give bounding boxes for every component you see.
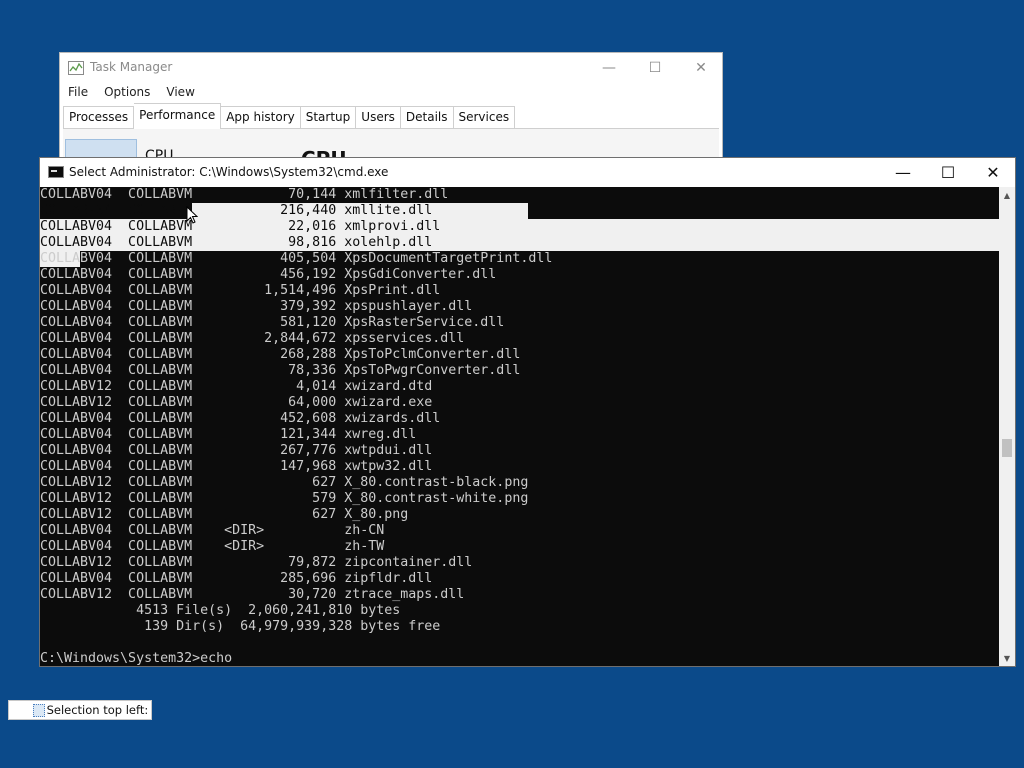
console-line: COLLABV04 COLLABVM 2,844,672 xpsservices… — [40, 331, 465, 346]
selection-status-text: Selection top left: 14 — [46, 703, 151, 717]
task-manager-title: Task Manager — [90, 60, 173, 74]
close-icon[interactable]: ✕ — [678, 55, 724, 81]
scrollbar-thumb[interactable] — [1002, 439, 1012, 457]
console-line: COLLABV04 COLLABVM 379,392 xpspushlayer.… — [40, 299, 473, 314]
cmd-titlebar[interactable]: Select Administrator: C:\Windows\System3… — [40, 158, 1015, 187]
cmd-window[interactable]: Select Administrator: C:\Windows\System3… — [39, 157, 1016, 667]
console-line: COLLABV04 COLLABVM <DIR> zh-TW — [40, 539, 385, 554]
console-line: COLLABV04 COLLABVM 121,344 xwreg.dll — [40, 427, 417, 442]
console-line: COLLABV04 COLLABVM <DIR> zh-CN — [40, 523, 385, 538]
console-line: COLLABV12 COLLABVM 627 X_80.contrast-bla… — [40, 475, 529, 490]
tab-users[interactable]: Users — [356, 106, 401, 129]
mouse-cursor-icon — [186, 206, 198, 224]
tab-details[interactable]: Details — [400, 106, 454, 129]
close-icon[interactable]: ✕ — [970, 158, 1016, 187]
console-line: COLLABV04 COLLABVM 98,816 xolehlp.dll — [40, 235, 433, 250]
console-line: COLLABV04 COLLABVM 581,120 XpsRasterServ… — [40, 315, 505, 330]
console-output[interactable]: COLLABV04 COLLABVM 70,144 xmlfilter.dll C… — [40, 187, 1000, 666]
cmd-icon — [48, 166, 64, 178]
cmd-title: Select Administrator: C:\Windows\System3… — [69, 165, 389, 179]
console-line: C:\Windows\System32>echo — [40, 651, 233, 666]
task-manager-icon — [68, 61, 84, 75]
console-line: COLLABV04 COLLABVM 78,336 XpsToPwgrConve… — [40, 363, 521, 378]
minimize-icon[interactable]: — — [880, 158, 926, 187]
console-line: COLLABV12 COLLABVM 79,872 zipcontainer.d… — [40, 555, 473, 570]
task-manager-menubar: File Options View — [60, 83, 203, 105]
console-line: COLLABV04 COLLABVM 147,968 xwtpw32.dll — [40, 459, 433, 474]
console-line: COLLABV04 COLLABVM 452,608 xwizards.dll — [40, 411, 441, 426]
console-line: COLLABV12 COLLABVM 64,000 xwizard.exe — [40, 395, 433, 410]
tab-processes[interactable]: Processes — [63, 106, 135, 129]
tab-services[interactable]: Services — [453, 106, 516, 129]
console-line: COLLABV12 COLLABVM 579 X_80.contrast-whi… — [40, 491, 529, 506]
maximize-icon[interactable]: ☐ — [632, 55, 678, 81]
minimize-icon[interactable]: — — [586, 55, 632, 81]
tab-startup[interactable]: Startup — [300, 106, 357, 129]
console-line: COLLABV04 COLLABVM 267,776 xwtpdui.dll — [40, 443, 433, 458]
console-line: COLLABV04 COLLABVM 1,514,496 XpsPrint.dl… — [40, 283, 441, 298]
menu-view[interactable]: View — [158, 83, 202, 105]
maximize-icon[interactable]: ☐ — [925, 158, 971, 187]
scroll-down-icon[interactable]: ▼ — [999, 650, 1015, 666]
tab-performance[interactable]: Performance — [134, 103, 222, 130]
console-line: COLLABV04 COLLABVM 285,696 zipfldr.dll — [40, 571, 433, 586]
selection-icon — [33, 703, 45, 717]
console-line: COLLABV04 COLLABVM 456,192 XpsGdiConvert… — [40, 267, 497, 282]
task-manager-tabs: Processes Performance App history Startu… — [63, 103, 516, 130]
console-line: COLLABV04 COLLABVM 22,016 xmlprovi.dll — [40, 219, 441, 234]
console-line: COLLABV04 COLLABVM 405,504 XpsDocumentTa… — [40, 251, 553, 266]
selection-status-bar: Selection top left: 14 — [8, 700, 152, 720]
task-manager-titlebar[interactable]: Task Manager — ☐ ✕ — [60, 53, 722, 83]
console-line: COLLABV04 COLLABVM 216,440 xmllite.dll — [40, 203, 433, 218]
menu-options[interactable]: Options — [96, 83, 158, 105]
console-line: COLLABV12 COLLABVM 30,720 ztrace_maps.dl… — [40, 587, 465, 602]
tab-app-history[interactable]: App history — [221, 106, 301, 129]
console-line: 4513 File(s) 2,060,241,810 bytes — [40, 603, 401, 618]
console-line: COLLABV04 COLLABVM 70,144 xmlfilter.dll — [40, 187, 449, 202]
vertical-scrollbar[interactable]: ▲ ▼ — [999, 187, 1015, 666]
scroll-up-icon[interactable]: ▲ — [999, 187, 1015, 203]
console-line: COLLABV12 COLLABVM 627 X_80.png — [40, 507, 409, 522]
console-line: COLLABV04 COLLABVM 268,288 XpsToPclmConv… — [40, 347, 521, 362]
menu-file[interactable]: File — [60, 83, 96, 105]
console-line: COLLABV12 COLLABVM 4,014 xwizard.dtd — [40, 379, 433, 394]
console-line: 139 Dir(s) 64,979,939,328 bytes free — [40, 619, 441, 634]
